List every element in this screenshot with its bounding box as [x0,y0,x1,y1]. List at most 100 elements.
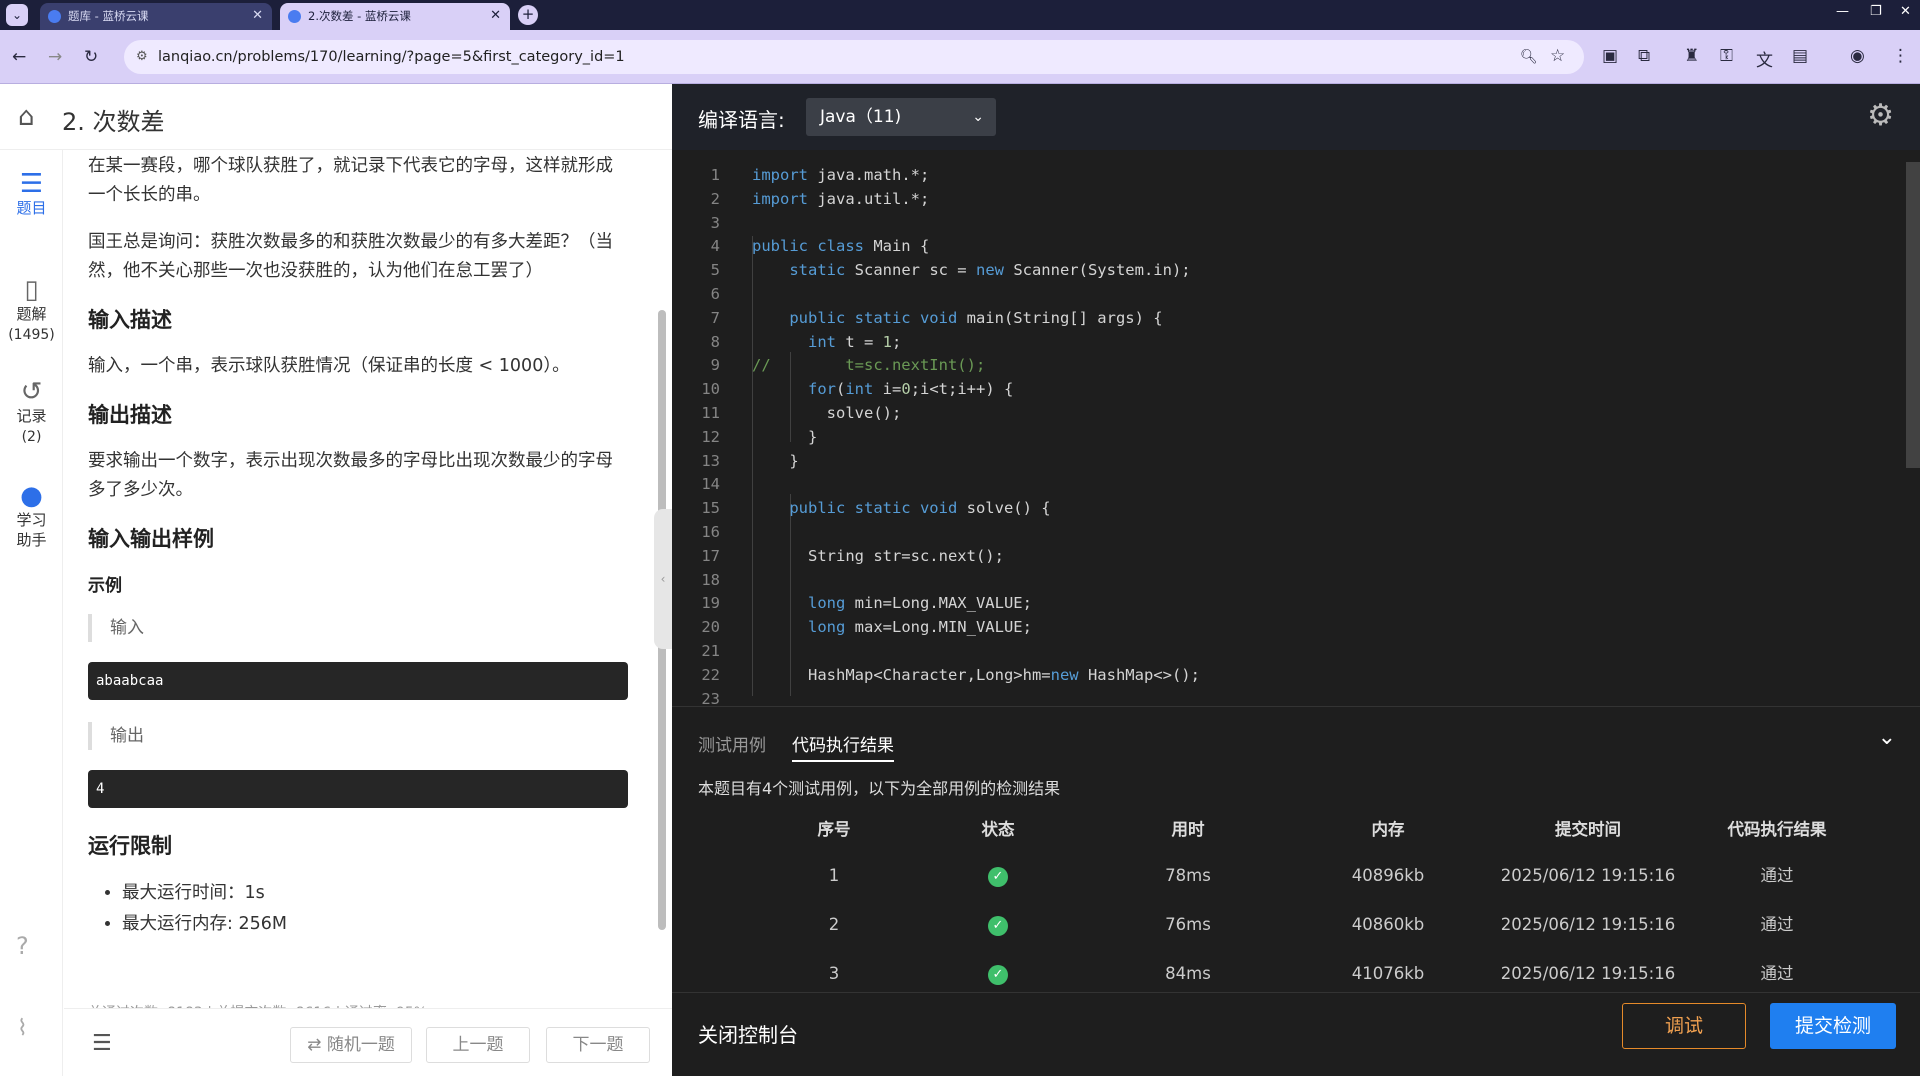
reading-list-icon[interactable]: ▤ [1792,46,1808,66]
problem-content: 在某一赛段，哪个球队获胜了，就记录下代表它的字母，这样就形成一个长长的串。 国王… [88,150,628,998]
line-number: 4 [710,237,720,256]
page: ⌄ 题库 - 蓝桥云课 ✕ 2.次数差 - 蓝桥云课 ✕ + — ❐ ✕ ← →… [0,0,1920,1076]
column-header: 内存 [1371,820,1405,839]
restore-icon[interactable]: ❐ [1870,4,1882,19]
line-number: 2 [710,189,720,208]
editor-footer: 关闭控制台 调试 提交检测 [672,992,1920,1076]
collapse-panel-handle[interactable]: ‹ [654,509,672,649]
code-editor[interactable]: 1 2 3 4 5 6 7 8 9 10 11 12 13 14 15 16 17 18 19 20 21 22 23 im… [672,150,1920,706]
problem-paragraph: 在某一赛段，哪个球队获胜了，就记录下代表它的字母，这样就形成一个长长的串。 [88,156,613,205]
limit-memory: 最大运行内存: 256M [122,909,628,940]
line-number: 11 [701,403,720,422]
close-tab-icon[interactable]: ✕ [490,3,501,29]
row-result: 通过 [1760,915,1794,934]
sidebar-item-label: 题解 [16,305,47,323]
stats-chart-icon[interactable]: ⌇ [17,1016,28,1041]
extension-icon[interactable]: ▣ [1602,46,1618,66]
forward-icon[interactable]: → [48,47,62,67]
result-table: 序号 状态 用时 内存 提交时间 代码执行结果 1 ✓ 78ms 40896kb… [672,807,1920,1000]
new-tab-button[interactable]: + [518,5,538,25]
line-number: 12 [701,427,720,446]
problem-footer: ☰ ⇄ 随机一题 上一题 下一题 [64,1008,672,1076]
close-window-icon[interactable]: ✕ [1900,4,1911,19]
browser-tab-question-bank[interactable]: 题库 - 蓝桥云课 ✕ [40,3,272,30]
code-text[interactable]: import java.math.*; import java.util.*; … [752,164,1200,688]
bookmark-star-icon[interactable]: ☆ [1550,46,1565,66]
close-console-button[interactable]: 关闭控制台 [698,1019,798,1048]
row-result: 通过 [1760,964,1794,983]
list-lines-icon: ☰ [19,169,44,199]
tab-search-icon[interactable]: ⌄ [6,4,28,26]
sidebar-item-solutions[interactable]: ▯ 题解 (1495) [0,275,63,345]
robot-assistant-icon: ● [20,481,43,511]
tab-test-cases[interactable]: 测试用例 [698,731,766,756]
column-header: 用时 [1171,820,1205,839]
close-tab-icon[interactable]: ✕ [252,3,263,29]
submit-button[interactable]: 提交检测 [1770,1003,1896,1049]
key-icon[interactable]: ⚿ [1720,46,1733,66]
sample-input-code: abaabcaa [88,662,628,700]
prev-problem-button[interactable]: 上一题 [426,1027,530,1063]
sidebar-item-problem[interactable]: ☰ 题目 [0,169,63,218]
puzzle-extensions-icon[interactable]: ⧉ [1638,46,1650,66]
profile-avatar-icon[interactable]: ◉ [1850,46,1865,66]
problem-sidebar: ☰ 题目 ▯ 题解 (1495) ↺ 记录 (2) ● 学习 助手 [0,150,63,1076]
solutions-count: (1495) [8,327,55,343]
line-number: 18 [701,570,720,589]
limits-list: 最大运行时间：1s 最大运行内存: 256M [88,878,628,940]
column-header: 状态 [981,820,1015,839]
line-number: 5 [710,261,720,280]
input-heading: 输入描述 [88,308,172,332]
line-number: 13 [701,451,720,470]
row-time: 76ms [1165,915,1211,934]
site-settings-icon[interactable]: ⚙ [136,40,148,74]
language-label: 编译语言: [698,108,785,132]
zoom-icon[interactable]: 🔍︎ [1520,49,1538,65]
line-number: 16 [701,522,720,541]
random-label: 随机一题 [326,1035,395,1055]
back-icon[interactable]: ← [12,47,26,67]
line-number: 14 [701,475,720,494]
sidebar-item-label: 助手 [16,531,47,549]
problem-panel: ⌂ 2. 次数差 ☰ 题目 ▯ 题解 (1495) ↺ 记录 (2) ● 学习 … [0,84,672,1076]
status-pass-icon: ✓ [898,951,1098,997]
tab-execution-result[interactable]: 代码执行结果 [792,731,894,762]
site-favicon-icon [48,10,61,23]
language-select[interactable]: Java（11) ⌄ [806,98,996,136]
reload-icon[interactable]: ↻ [84,47,98,67]
address-bar[interactable]: ⚙ lanqiao.cn/problems/170/learning/?page… [124,40,1584,74]
sidebar-item-assistant[interactable]: ● 学习 助手 [0,481,63,550]
status-pass-icon: ✓ [898,853,1098,899]
minimize-icon[interactable]: — [1836,4,1849,19]
status-pass-icon: ✓ [898,902,1098,948]
random-problem-button[interactable]: ⇄ 随机一题 [290,1027,412,1063]
help-icon[interactable]: ? [16,932,29,960]
output-heading: 输出描述 [88,403,172,427]
row-submitted: 2025/06/12 19:15:16 [1500,866,1676,885]
gear-icon[interactable]: ⚙ [1867,98,1894,133]
table-row: 1 ✓ 78ms 40896kb 2025/06/12 19:15:16 通过 [672,853,1920,902]
translate-icon[interactable]: 文 [1756,46,1773,71]
line-number: 10 [701,380,720,399]
sidebar-item-label: 题目 [16,199,47,217]
menu-kebab-icon[interactable]: ⋮ [1892,46,1909,66]
console-panel: 测试用例 代码执行结果 ⌄ 本题目有4个测试用例，以下为全部用例的检测结果 序号… [672,706,1920,992]
sidebar-item-records[interactable]: ↺ 记录 (2) [0,377,63,447]
row-result: 通过 [1760,866,1794,885]
next-problem-button[interactable]: 下一题 [546,1027,650,1063]
browser-tab-active[interactable]: 2.次数差 - 蓝桥云课 ✕ [280,3,510,30]
home-icon[interactable]: ⌂ [18,102,35,132]
document-icon: ▯ [24,275,39,305]
chevron-down-icon[interactable]: ⌄ [1878,725,1896,750]
sidebar-item-label: 学习 [16,511,47,529]
problem-list-icon[interactable]: ☰ [92,1031,112,1056]
tab-title: 题库 - 蓝桥云课 [68,9,149,23]
sample-input-label: 输入 [88,614,628,642]
history-icon: ↺ [20,377,43,407]
shuffle-icon: ⇄ [307,1035,327,1055]
debug-button[interactable]: 调试 [1622,1003,1746,1049]
editor-scrollbar[interactable] [1906,162,1920,468]
editor-header: 编译语言: Java（11) ⌄ ⚙ [672,84,1920,150]
incognito-icon[interactable]: ♜ [1684,46,1699,66]
editor-panel: 编译语言: Java（11) ⌄ ⚙ 1 2 3 4 5 6 7 8 9 10 11 12 13 14 15… [672,84,1920,1076]
